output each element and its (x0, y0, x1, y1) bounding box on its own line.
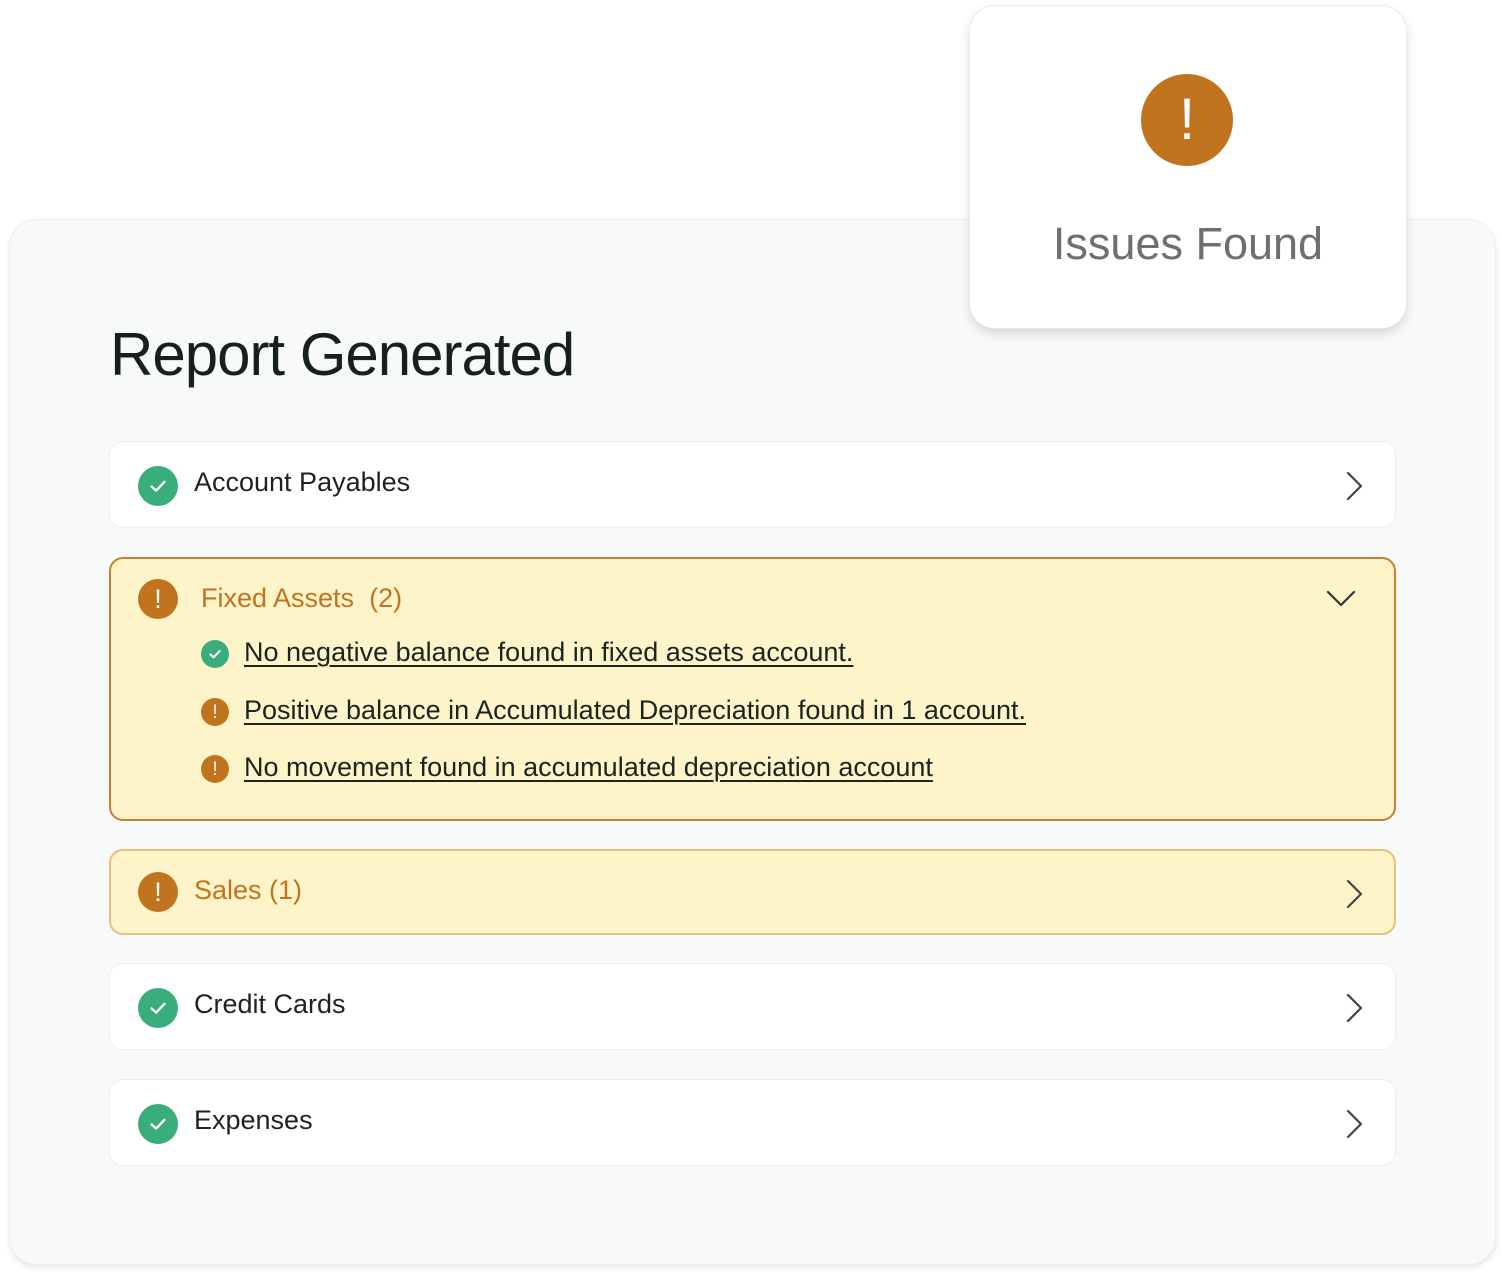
section-label: Sales (1) (194, 875, 303, 905)
issues-found-card: ! Issues Found (969, 5, 1407, 329)
chevron-down-icon[interactable] (1325, 587, 1357, 609)
section-fixed-assets[interactable]: ! Fixed Assets (2) No negative balance f… (109, 557, 1396, 821)
check-item-link[interactable]: No movement found in accumulated depreci… (244, 752, 933, 783)
check-circle-icon (138, 988, 178, 1028)
alert-circle-icon: ! (201, 755, 229, 783)
alert-circle-icon: ! (138, 579, 178, 619)
check-item-link[interactable]: No negative balance found in fixed asset… (244, 637, 853, 668)
section-credit-cards[interactable]: Credit Cards (109, 963, 1396, 1050)
alert-circle-icon: ! (1141, 74, 1233, 166)
check-circle-icon (138, 1104, 178, 1144)
section-label: Credit Cards (194, 989, 346, 1019)
alert-circle-icon: ! (201, 698, 229, 726)
section-label: Fixed Assets (2) (201, 583, 403, 613)
chevron-right-icon[interactable] (1342, 878, 1366, 910)
section-expenses[interactable]: Expenses (109, 1079, 1396, 1166)
section-label: Account Payables (194, 467, 411, 497)
check-circle-icon (201, 640, 229, 668)
chevron-right-icon[interactable] (1342, 1108, 1366, 1140)
chevron-right-icon[interactable] (1342, 992, 1366, 1024)
page-title: Report Generated (110, 321, 575, 388)
issues-found-text: Issues Found (1052, 218, 1324, 269)
chevron-right-icon[interactable] (1342, 470, 1366, 502)
section-sales[interactable]: ! Sales (1) (109, 849, 1396, 935)
check-circle-icon (138, 466, 178, 506)
check-item-link[interactable]: Positive balance in Accumulated Deprecia… (244, 695, 1026, 726)
section-account-payables[interactable]: Account Payables (109, 441, 1396, 528)
section-label: Expenses (194, 1105, 313, 1135)
alert-circle-icon: ! (138, 872, 178, 912)
